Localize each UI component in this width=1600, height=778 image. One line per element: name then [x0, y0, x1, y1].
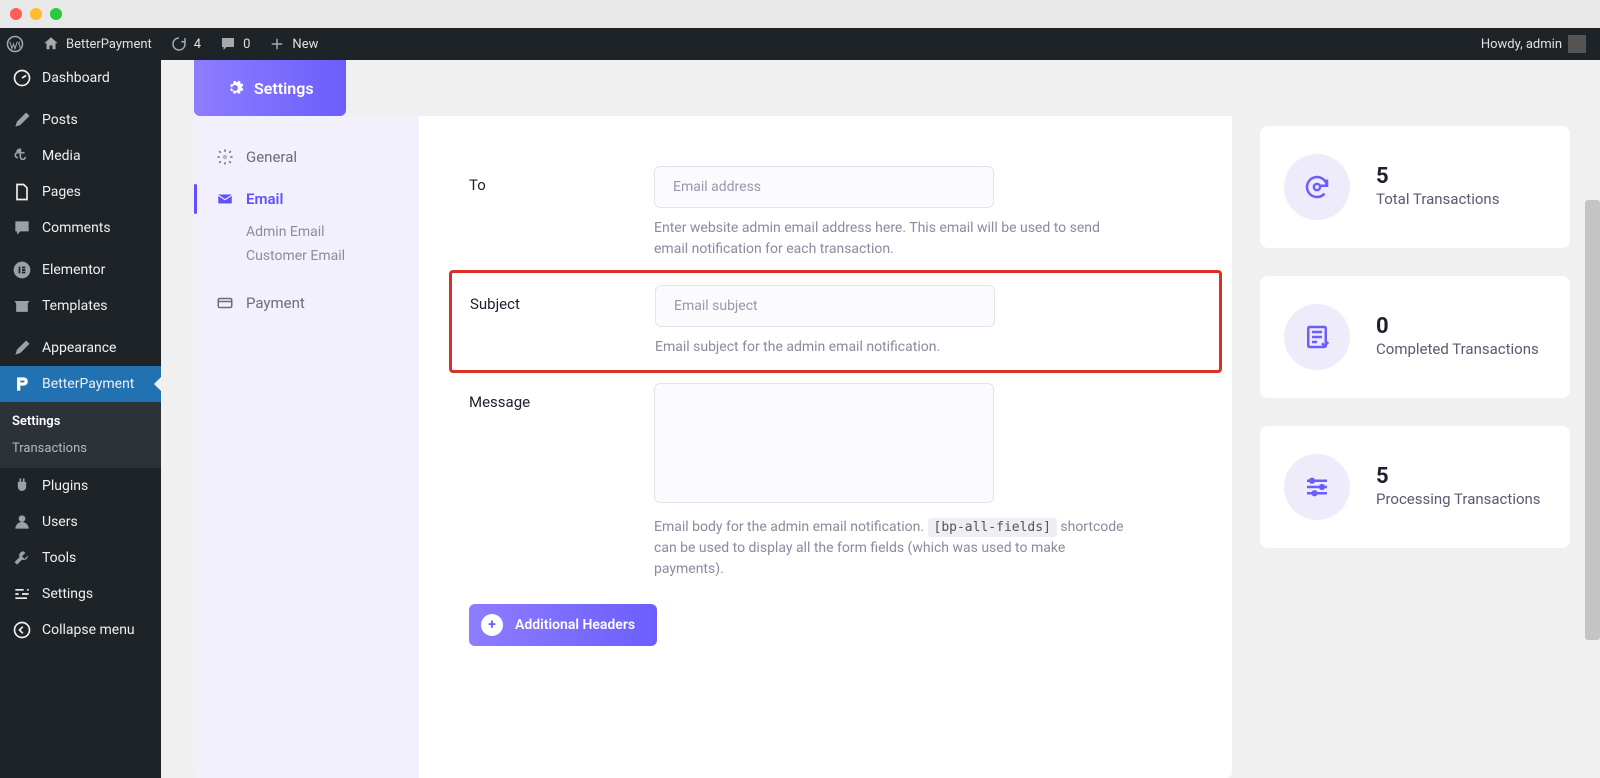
updates-count: 4 [194, 37, 201, 52]
stat-completed-transactions: 0 Completed Transactions [1260, 276, 1570, 398]
new-content-link[interactable]: New [268, 35, 318, 53]
menu-tools[interactable]: Tools [0, 540, 161, 576]
scrollbar-track[interactable] [1585, 120, 1600, 778]
submenu-betterpayment: Settings Transactions [0, 402, 161, 468]
maximize-window-dot[interactable] [50, 8, 62, 20]
message-help: Email body for the admin email notificat… [654, 517, 1134, 580]
gear-icon [226, 79, 244, 97]
bp-settings-nav: General Email Admin Email Customer Email… [194, 116, 419, 778]
stat-completed-value: 0 [1376, 314, 1539, 339]
scrollbar-thumb[interactable] [1585, 200, 1600, 640]
site-link[interactable]: BetterPayment [42, 35, 152, 53]
message-help-pre: Email body for the admin email notificat… [654, 519, 928, 535]
wp-admin-bar: BetterPayment 4 0 New Howdy, admin [0, 28, 1600, 60]
menu-posts[interactable]: Posts [0, 102, 161, 138]
additional-headers-button[interactable]: + Additional Headers [469, 604, 657, 646]
menu-elementor[interactable]: Elementor [0, 252, 161, 288]
minimize-window-dot[interactable] [30, 8, 42, 20]
menu-templates[interactable]: Templates [0, 288, 161, 324]
menu-settings[interactable]: Settings [0, 576, 161, 612]
stat-processing-value: 5 [1376, 464, 1541, 489]
subject-highlight: Subject Email subject for the admin emai… [449, 270, 1222, 373]
main-content: Settings General Email Admin Email Custo… [161, 60, 1600, 778]
stat-total-value: 5 [1376, 164, 1499, 189]
nav-admin-email[interactable]: Admin Email [194, 220, 419, 244]
menu-users[interactable]: Users [0, 504, 161, 540]
menu-plugins[interactable]: Plugins [0, 468, 161, 504]
subject-label: Subject [470, 285, 635, 358]
menu-collapse[interactable]: Collapse menu [0, 612, 161, 648]
field-to: To Enter website admin email address her… [469, 166, 1202, 260]
to-label: To [469, 166, 634, 260]
menu-tools-label: Tools [42, 550, 76, 566]
stat-processing-transactions: 5 Processing Transactions [1260, 426, 1570, 548]
menu-elementor-label: Elementor [42, 262, 105, 278]
comments-link[interactable]: 0 [219, 35, 250, 53]
email-settings-form: To Enter website admin email address her… [419, 116, 1232, 778]
stats-column: 5 Total Transactions 0 Completed Transac… [1260, 116, 1570, 778]
menu-pages-label: Pages [42, 184, 81, 200]
field-subject: Subject Email subject for the admin emai… [470, 285, 1201, 358]
nav-general[interactable]: General [194, 136, 419, 178]
subject-input[interactable] [655, 285, 995, 327]
shortcode-code: [bp-all-fields] [928, 518, 1057, 537]
greeting: Howdy, admin [1481, 37, 1562, 52]
nav-email-label: Email [246, 190, 283, 208]
stat-total-label: Total Transactions [1376, 189, 1499, 210]
field-message: Message Email body for the admin email n… [469, 383, 1202, 580]
site-name: BetterPayment [66, 37, 152, 52]
subject-help: Email subject for the admin email notifi… [655, 337, 1135, 358]
nav-general-label: General [246, 148, 297, 166]
menu-pages[interactable]: Pages [0, 174, 161, 210]
sliders-icon [1284, 454, 1350, 520]
menu-dashboard[interactable]: Dashboard [0, 60, 161, 96]
menu-plugins-label: Plugins [42, 478, 88, 494]
to-help: Enter website admin email address here. … [654, 218, 1134, 260]
menu-media-label: Media [42, 148, 81, 164]
submenu-settings[interactable]: Settings [0, 408, 161, 435]
nav-payment-label: Payment [246, 294, 305, 312]
wp-logo[interactable] [6, 35, 24, 53]
avatar [1568, 35, 1586, 53]
wp-admin-sidebar: Dashboard Posts Media Pages Comments Ele… [0, 60, 161, 778]
settings-tab-label: Settings [254, 79, 314, 98]
menu-appearance-label: Appearance [42, 340, 116, 356]
additional-headers-label: Additional Headers [515, 617, 635, 633]
nav-email[interactable]: Email [194, 178, 419, 220]
new-label: New [292, 37, 318, 52]
message-label: Message [469, 383, 634, 580]
menu-media[interactable]: Media [0, 138, 161, 174]
menu-betterpayment-label: BetterPayment [42, 376, 134, 392]
menu-settings-label: Settings [42, 586, 93, 602]
nav-payment[interactable]: Payment [194, 282, 419, 324]
stat-processing-label: Processing Transactions [1376, 489, 1541, 510]
menu-comments[interactable]: Comments [0, 210, 161, 246]
plus-icon: + [481, 614, 503, 636]
settings-tab[interactable]: Settings [194, 60, 346, 116]
menu-collapse-label: Collapse menu [42, 622, 135, 638]
close-window-dot[interactable] [10, 8, 22, 20]
account-link[interactable]: Howdy, admin [1481, 35, 1586, 53]
macos-titlebar [0, 0, 1600, 28]
menu-posts-label: Posts [42, 112, 78, 128]
to-input[interactable] [654, 166, 994, 208]
menu-dashboard-label: Dashboard [42, 70, 110, 86]
submenu-transactions[interactable]: Transactions [0, 435, 161, 462]
document-check-icon [1284, 304, 1350, 370]
menu-templates-label: Templates [42, 298, 108, 314]
menu-appearance[interactable]: Appearance [0, 330, 161, 366]
comments-count: 0 [243, 37, 250, 52]
menu-comments-label: Comments [42, 220, 111, 236]
menu-users-label: Users [42, 514, 78, 530]
updates-link[interactable]: 4 [170, 35, 201, 53]
menu-betterpayment[interactable]: BetterPayment [0, 366, 161, 402]
refresh-dollar-icon [1284, 154, 1350, 220]
message-textarea[interactable] [654, 383, 994, 503]
stat-total-transactions: 5 Total Transactions [1260, 126, 1570, 248]
nav-customer-email[interactable]: Customer Email [194, 244, 419, 268]
stat-completed-label: Completed Transactions [1376, 339, 1539, 360]
